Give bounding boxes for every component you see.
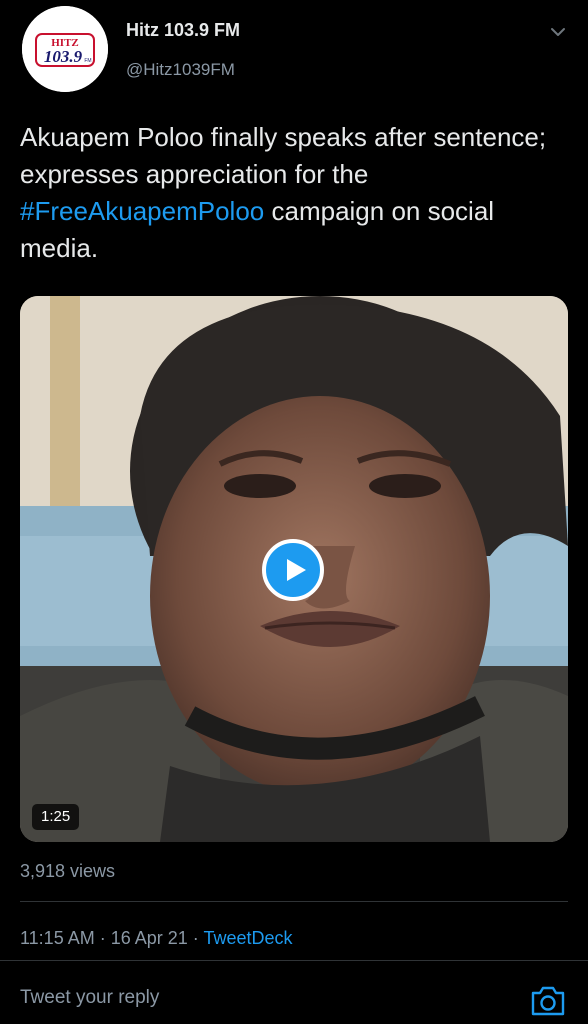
- video-player[interactable]: 1:25: [20, 296, 568, 842]
- play-icon: [287, 559, 306, 581]
- reply-input[interactable]: Tweet your reply: [20, 987, 159, 1009]
- meta-separator: ·: [94, 928, 111, 948]
- avatar[interactable]: HITZ 103.9 FM: [22, 6, 108, 92]
- hitz-logo: HITZ 103.9 FM: [22, 6, 108, 92]
- tweet-header: HITZ 103.9 FM Hitz 103.9 FM @Hitz1039FM: [0, 0, 588, 110]
- hashtag-link[interactable]: #FreeAkuapemPoloo: [20, 196, 264, 226]
- tweet-date[interactable]: 16 Apr 21: [111, 928, 188, 948]
- tweet-text-part: Akuapem Poloo finally speaks after sente…: [20, 122, 547, 189]
- view-count: 3,918 views: [20, 861, 116, 881]
- tweet-time[interactable]: 11:15 AM: [20, 928, 95, 948]
- reply-bar: Tweet your reply: [0, 960, 588, 1024]
- play-button[interactable]: [262, 539, 324, 601]
- svg-text:FM: FM: [84, 58, 91, 64]
- tweet-text: Akuapem Poloo finally speaks after sente…: [20, 119, 568, 267]
- divider: [20, 901, 568, 902]
- tweet-meta: 11:15 AM · 16 Apr 21 · TweetDeck: [20, 928, 293, 949]
- camera-icon[interactable]: [530, 983, 566, 1017]
- user-handle[interactable]: @Hitz1039FM: [126, 60, 235, 80]
- video-duration-badge: 1:25: [32, 804, 80, 830]
- meta-separator: ·: [187, 928, 204, 948]
- chevron-down-icon[interactable]: [548, 22, 568, 42]
- tweet-source-link[interactable]: TweetDeck: [203, 928, 292, 948]
- display-name[interactable]: Hitz 103.9 FM: [126, 20, 240, 41]
- svg-text:103.9: 103.9: [44, 47, 83, 66]
